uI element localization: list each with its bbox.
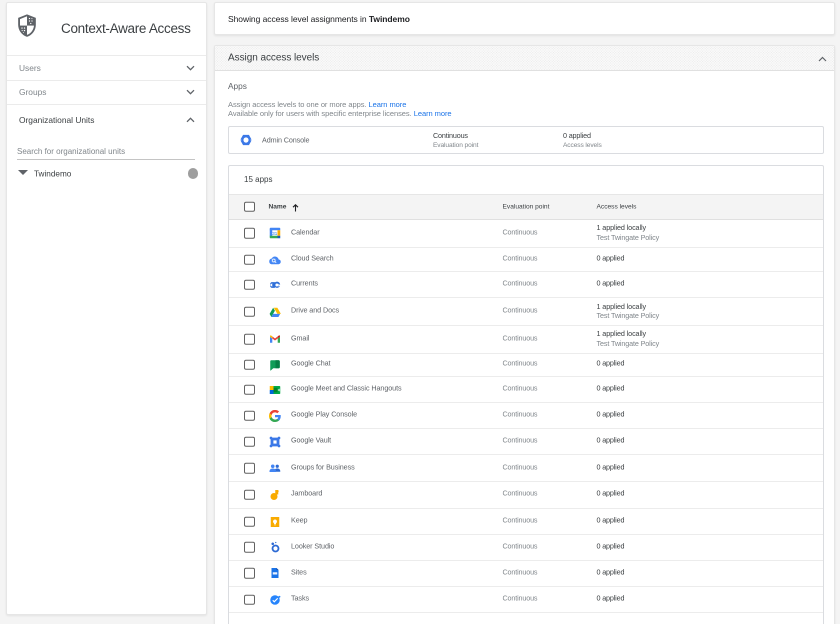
svg-text:31: 31 (272, 231, 278, 236)
